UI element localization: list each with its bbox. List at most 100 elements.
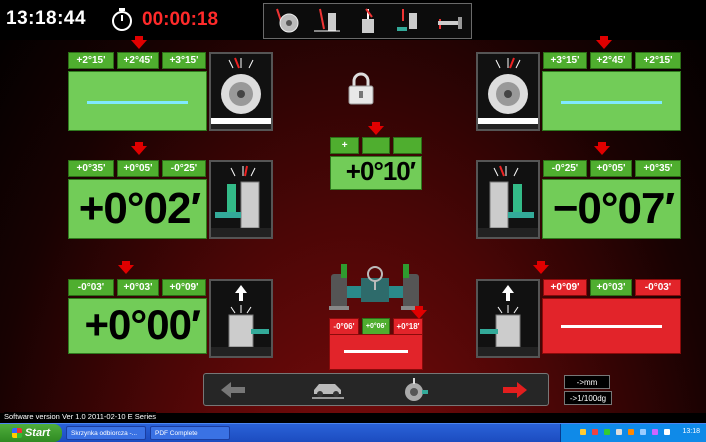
kpi-mode-icon[interactable] [347, 4, 388, 38]
wheel-clamp-icon[interactable] [400, 378, 430, 402]
tray-icon[interactable] [652, 429, 658, 435]
unit-degree-button[interactable]: ->1/100dg [564, 391, 612, 405]
top-bar: 13:18:44 00:00:18 [0, 0, 706, 40]
tolerance-min: -0°03' [635, 279, 681, 296]
tolerance-max: +0°18' [393, 318, 423, 335]
tolerance-strip: + [330, 137, 422, 154]
value-display: +0°10′ [330, 156, 422, 190]
tolerance-nominal [362, 137, 390, 154]
toe-mode-icon[interactable] [388, 4, 429, 38]
front-right-toe-panel: -0°25' +0°05' +0°35' −0°07′ [476, 142, 682, 240]
front-left-camber-panel: +2°15' +2°45' +3°15' [68, 36, 276, 132]
start-label: Start [24, 427, 51, 439]
range-bar [561, 325, 662, 328]
taskbar-task-mail[interactable]: Skrzynka odbiorcza -... [66, 426, 146, 440]
software-version: Software version Ver 1.0 2011-02-10 E Se… [4, 412, 157, 421]
tray-icon[interactable] [628, 429, 634, 435]
vehicle-overview: -0°06' +0°06' +0°18' [325, 256, 427, 371]
target-marker-icon [368, 122, 384, 135]
front-left-toe-panel: +0°35' +0°05' -0°25' +0°02′ [68, 142, 276, 240]
value-display: +0°00′ [68, 298, 207, 354]
rear-wheel-icon [209, 279, 273, 358]
taskbar-task-pdf[interactable]: PDF Complete [150, 426, 230, 440]
range-bar [87, 101, 188, 104]
value-display [329, 334, 423, 370]
tolerance-nominal: +0°05' [117, 160, 159, 177]
tolerance-nominal: +0°06' [361, 318, 391, 335]
tolerance-nominal: +2°45' [117, 52, 159, 69]
target-marker-icon [131, 142, 147, 155]
tray-icon[interactable] [616, 429, 622, 435]
setback-mode-icon[interactable] [430, 4, 471, 38]
tray-icon[interactable] [640, 429, 646, 435]
tray-icon[interactable] [592, 429, 598, 435]
tolerance-min: +2°15' [68, 52, 114, 69]
tolerance-strip: +0°35' +0°05' -0°25' [68, 160, 206, 177]
toe-wheel-icon [209, 160, 273, 239]
total-toe-panel: + +0°10′ [330, 122, 422, 190]
tolerance-strip: -0°25' +0°05' +0°35' [543, 160, 681, 177]
tray-icon[interactable] [664, 429, 670, 435]
tray-icon[interactable] [604, 429, 610, 435]
target-marker-icon [594, 142, 610, 155]
tolerance-nominal: +0°03' [117, 279, 159, 296]
tolerance-min: -0°25' [543, 160, 587, 177]
tolerance-min: +2°15' [635, 52, 681, 69]
tolerance-min: + [330, 137, 360, 154]
value-display [542, 71, 681, 131]
rear-left-panel: -0°03' +0°03' +0°09' +0°00′ [68, 261, 276, 359]
windows-taskbar: Start Skrzynka odbiorcza -... PDF Comple… [0, 423, 706, 442]
camber-wheel-icon [209, 52, 273, 131]
tolerance-nominal: +0°05' [590, 160, 632, 177]
tolerance-min: -0°06' [329, 318, 359, 335]
system-tray: 13:18 [560, 424, 706, 442]
tolerance-nominal: +2°45' [590, 52, 632, 69]
front-left-toe-value: +0°02′ [78, 184, 201, 233]
tolerance-max: -0°25' [162, 160, 206, 177]
tolerance-max [392, 137, 422, 154]
front-right-camber-panel: +3°15' +2°45' +2°15' [476, 36, 682, 132]
padlock-icon[interactable] [347, 72, 375, 111]
tolerance-max: +3°15' [543, 52, 587, 69]
tolerance-strip: +3°15' +2°45' +2°15' [543, 52, 681, 69]
target-marker-icon [533, 261, 549, 274]
target-marker-icon [118, 261, 134, 274]
back-arrow-icon[interactable] [218, 378, 248, 402]
unit-mm-button[interactable]: ->mm [564, 375, 610, 389]
elapsed-timer: 00:00:18 [142, 9, 219, 30]
tolerance-strip: -0°06' +0°06' +0°18' [329, 318, 423, 335]
range-bar [561, 101, 662, 104]
stopwatch-icon [111, 8, 133, 37]
measurement-mode-bar [263, 3, 472, 39]
front-right-toe-value: −0°07′ [552, 184, 675, 233]
tolerance-max: +0°09' [543, 279, 587, 296]
total-toe-value: +0°10′ [345, 156, 416, 186]
rear-right-panel: +0°09' +0°03' -0°03' [476, 261, 682, 359]
value-display [68, 71, 207, 131]
tray-clock[interactable]: 13:18 [682, 428, 700, 435]
tolerance-strip: +0°09' +0°03' -0°03' [543, 279, 681, 296]
toe-wheel-icon [476, 160, 540, 239]
tolerance-min: -0°03' [68, 279, 114, 296]
next-arrow-icon[interactable] [500, 378, 530, 402]
target-marker-icon [596, 36, 612, 49]
camber-mode-icon[interactable] [264, 4, 305, 38]
camber-wheel-icon [476, 52, 540, 131]
windows-logo-icon [11, 428, 22, 438]
rear-wheel-icon [476, 279, 540, 358]
tray-icon[interactable] [580, 429, 586, 435]
navigation-bar [203, 373, 549, 406]
value-display [542, 298, 681, 354]
value-display: −0°07′ [542, 179, 681, 239]
car-on-lift-icon[interactable] [308, 378, 348, 402]
rear-left-value: +0°00′ [84, 301, 201, 348]
range-bar [344, 350, 408, 353]
tolerance-strip: -0°03' +0°03' +0°09' [68, 279, 206, 296]
tolerance-max: +0°09' [162, 279, 206, 296]
start-button[interactable]: Start [0, 424, 62, 442]
vehicle-chassis-icon [329, 264, 421, 310]
target-marker-icon [411, 306, 427, 319]
value-display: +0°02′ [68, 179, 207, 239]
current-time: 13:18:44 [6, 8, 87, 29]
caster-mode-icon[interactable] [305, 4, 346, 38]
